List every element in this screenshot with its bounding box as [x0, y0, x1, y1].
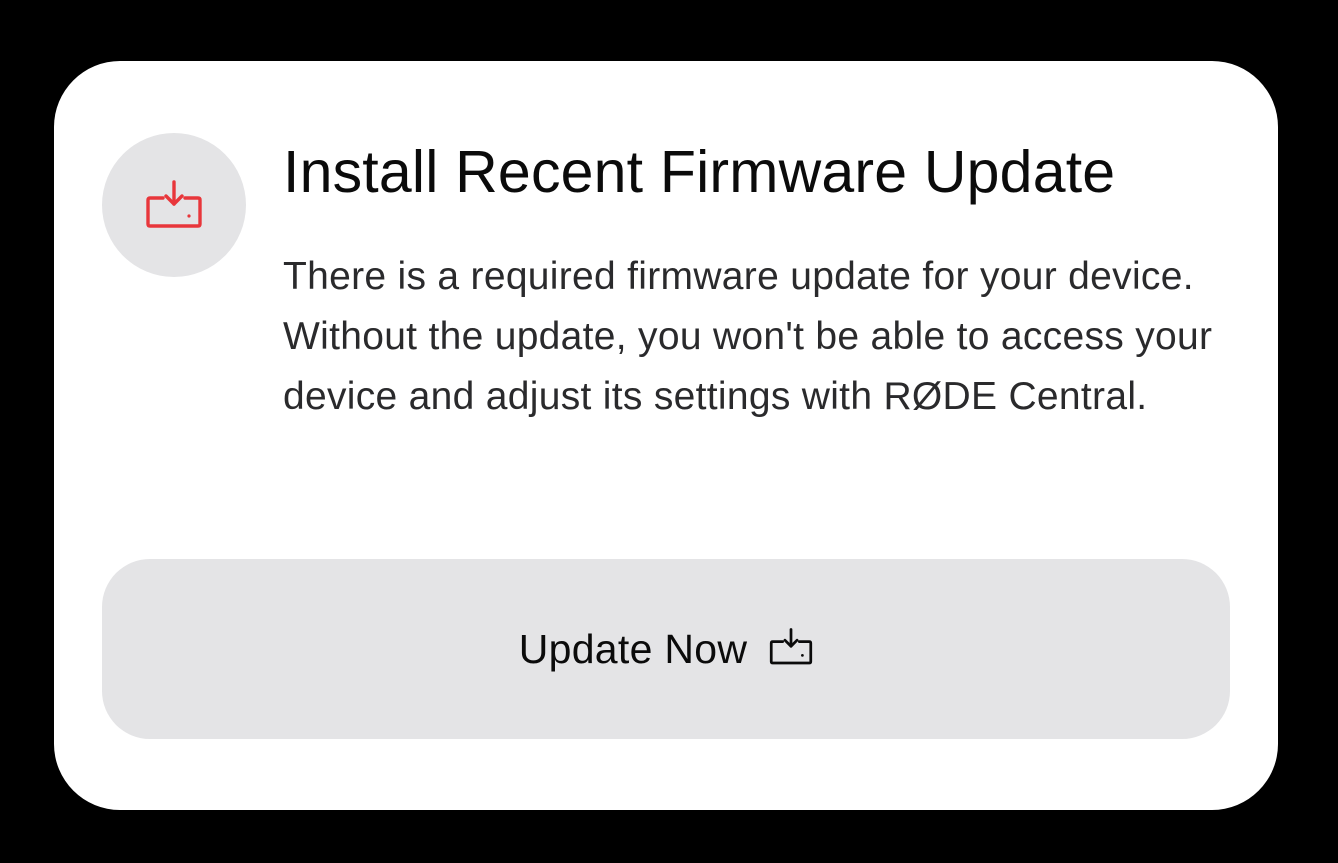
- update-now-label: Update Now: [518, 625, 748, 672]
- download-icon-badge: [102, 133, 246, 277]
- download-tray-icon: [146, 180, 202, 228]
- dialog-title: Install Recent Firmware Update: [283, 139, 1116, 205]
- download-tray-icon: [770, 628, 813, 665]
- firmware-update-dialog: Install Recent Firmware Update There is …: [54, 61, 1278, 810]
- dialog-description: There is a required firmware update for …: [283, 255, 1213, 418]
- update-now-button[interactable]: Update Now: [102, 559, 1230, 739]
